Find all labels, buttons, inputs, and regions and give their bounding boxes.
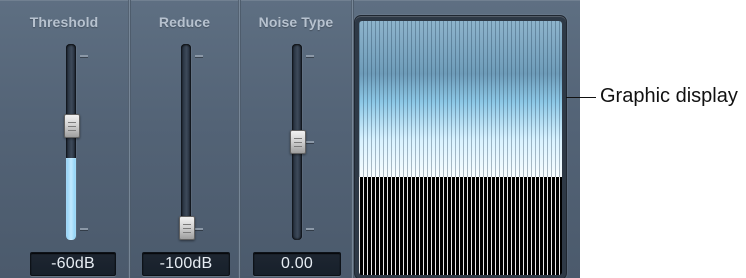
threshold-slider-track[interactable] [66,44,76,240]
graphic-display-callout-line [566,97,596,98]
noise-type-slider-thumb[interactable] [290,130,306,154]
reduce-slider-track[interactable] [181,44,191,240]
noise-type-lower-tick [306,228,314,230]
threshold-slider-fill [66,157,76,240]
threshold-thumb-grip-line [68,130,76,132]
threshold-slider-thumb[interactable] [64,114,80,139]
threshold-thumb-grip-line [68,122,76,124]
reduce-label: Reduce [158,14,211,30]
reduce-lower-tick [195,228,203,230]
noise-type-value-field[interactable]: 0.00 [253,252,341,276]
reduce-thumb-grip-line [183,224,191,226]
graphic-display-frame [354,15,567,278]
threshold-upper-tick [80,55,88,57]
noise-type-thumb-grip-line [294,146,302,147]
reduce-upper-tick [195,55,203,57]
noise-type-upper-tick [306,55,314,57]
reduce-control: Reduce -100dB [131,0,238,278]
threshold-lower-tick [80,228,88,230]
threshold-control: Threshold -60dB [0,0,128,278]
graphic-display-upper-spectrum [359,21,562,177]
threshold-label: Threshold [29,14,99,30]
threshold-thumb-grip-line [68,126,76,128]
noise-gate-screenshot: Threshold -60dB Reduce -100dB Noise Type… [0,0,746,278]
reduce-slider-thumb[interactable] [179,216,195,241]
reduce-thumb-grip-line [183,232,191,234]
noise-type-label: Noise Type [258,14,334,30]
threshold-value-field[interactable]: -60dB [30,252,116,276]
noise-type-control: Noise Type 0.00 [241,0,351,278]
reduce-thumb-grip-line [183,228,191,230]
graphic-display-lower-stripes [359,177,562,275]
graphic-display [359,21,562,275]
noise-type-middle-tick [306,141,314,143]
graphic-display-callout-label: Graphic display [600,85,738,107]
reduce-value-field[interactable]: -100dB [142,252,230,276]
plugin-panel: Threshold -60dB Reduce -100dB Noise Type… [0,0,580,278]
noise-type-thumb-grip-line [294,138,302,139]
noise-type-thumb-grip-line [294,142,302,143]
